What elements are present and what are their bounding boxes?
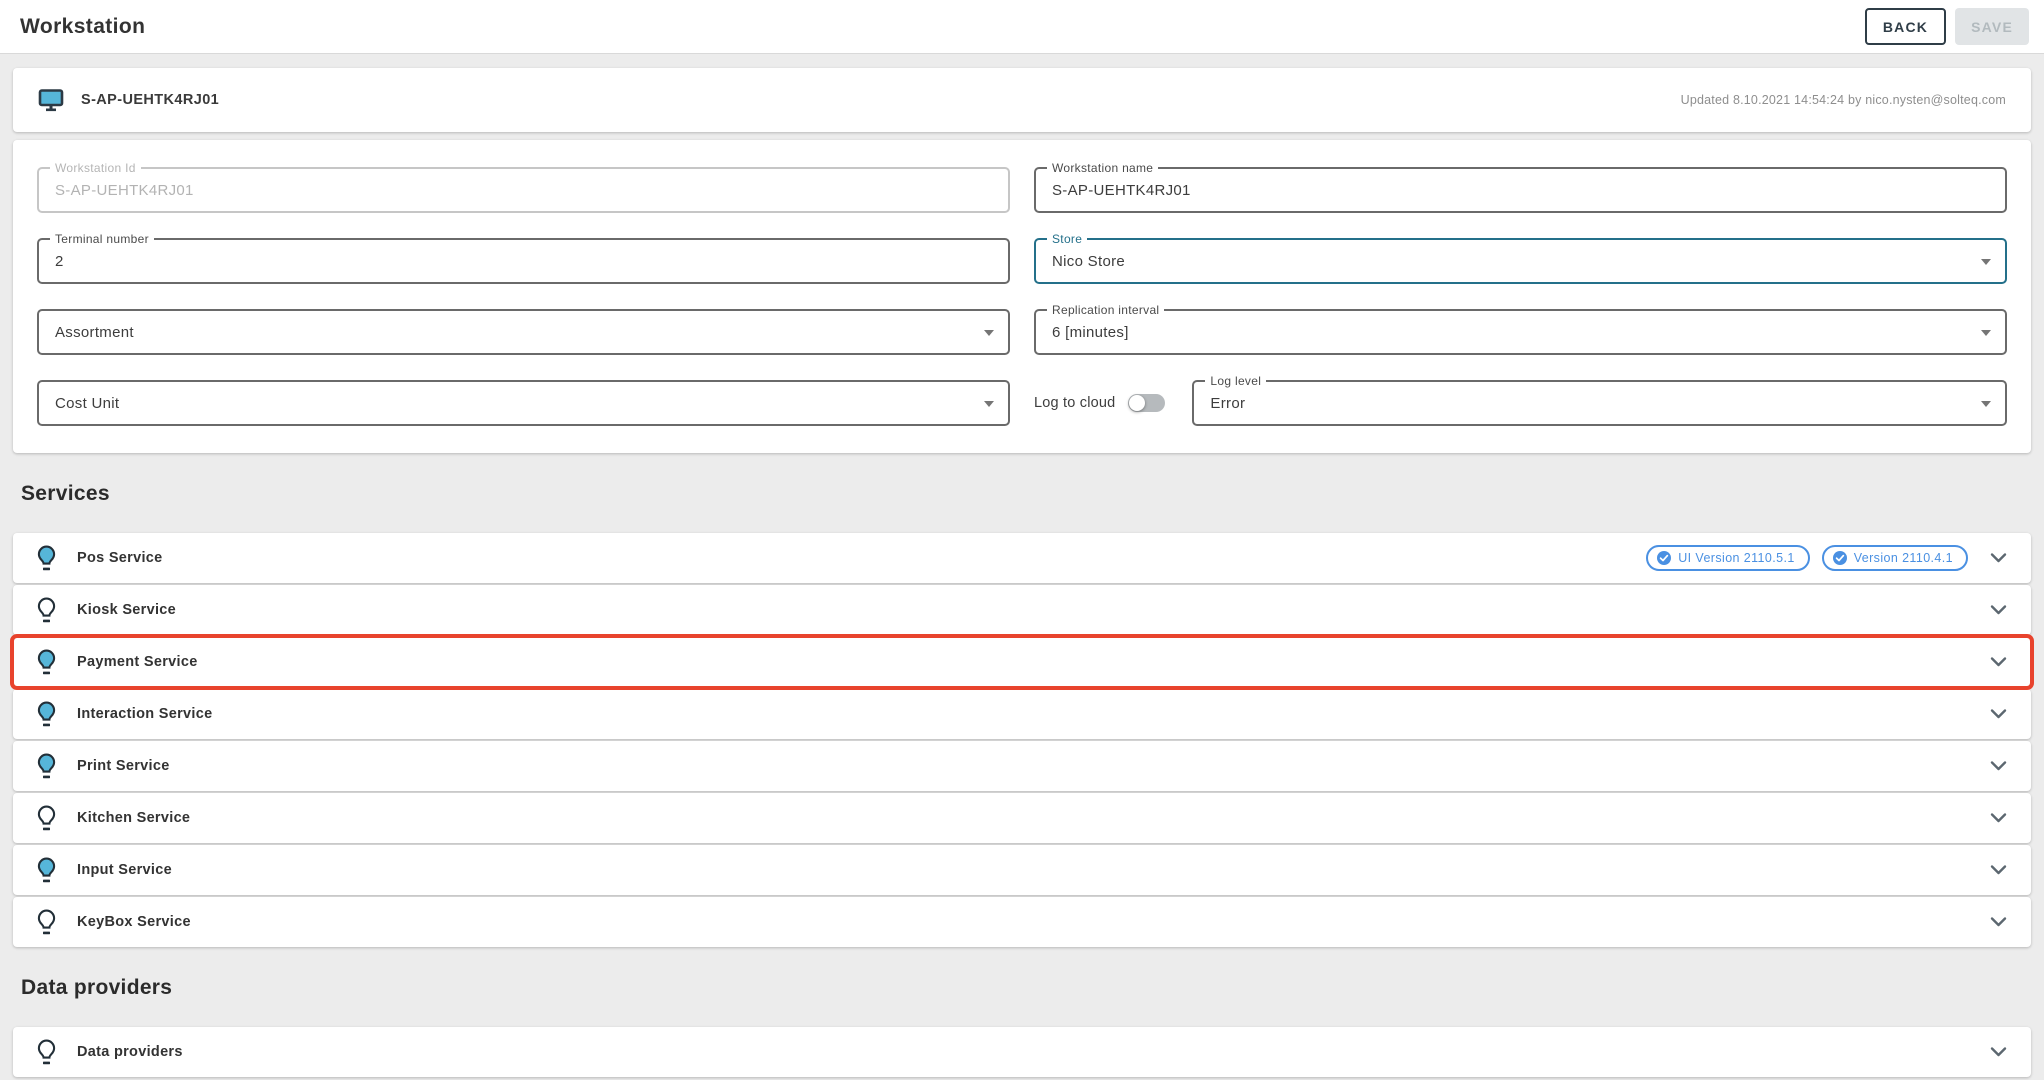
lightbulb-icon [37, 597, 56, 624]
chevron-down-icon[interactable] [1990, 812, 2007, 824]
version-badge: UI Version 2110.5.1 [1646, 545, 1809, 571]
toggle-knob [1129, 395, 1145, 411]
log-to-cloud-label: Log to cloud [1034, 395, 1115, 411]
lightbulb-icon [37, 545, 56, 572]
lightbulb-icon [37, 1039, 56, 1066]
check-circle-icon [1833, 551, 1847, 565]
cost-unit-placeholder: Cost Unit [55, 395, 119, 412]
dropdown-arrow-icon [984, 401, 994, 407]
workstation-form: Workstation Id S-AP-UEHTK4RJ01 Workstati… [13, 140, 2031, 453]
service-label: Payment Service [77, 654, 198, 670]
lightbulb-icon [37, 753, 56, 780]
version-badge-label: UI Version 2110.5.1 [1678, 551, 1794, 565]
workstation-info-bar: S-AP-UEHTK4RJ01 Updated 8.10.2021 14:54:… [13, 68, 2031, 132]
service-label: Interaction Service [77, 706, 212, 722]
back-button[interactable]: BACK [1865, 8, 1946, 45]
service-row[interactable]: Kiosk Service [13, 585, 2031, 635]
chevron-down-icon[interactable] [1990, 864, 2007, 876]
monitor-icon [38, 88, 64, 112]
workstation-name-value: S-AP-UEHTK4RJ01 [1052, 182, 1191, 199]
store-label: Store [1047, 232, 1087, 246]
service-row[interactable]: Pos Service UI Version 2110.5.1 Version … [13, 533, 2031, 583]
service-row[interactable]: Interaction Service [13, 689, 2031, 739]
services-heading: Services [21, 482, 2031, 506]
chevron-down-icon[interactable] [1990, 708, 2007, 720]
service-row[interactable]: Input Service [13, 845, 2031, 895]
workstation-id-value: S-AP-UEHTK4RJ01 [55, 182, 194, 199]
log-level-label: Log level [1205, 374, 1266, 388]
workstation-id-field: Workstation Id S-AP-UEHTK4RJ01 [37, 167, 1010, 213]
data-providers-heading: Data providers [21, 976, 2031, 1000]
save-button: SAVE [1955, 8, 2029, 45]
page-title: Workstation [20, 15, 145, 39]
dropdown-arrow-icon [984, 330, 994, 336]
replication-interval-label: Replication interval [1047, 303, 1164, 317]
lightbulb-icon [37, 909, 56, 936]
workstation-name-field[interactable]: Workstation name S-AP-UEHTK4RJ01 [1034, 167, 2007, 213]
service-label: Print Service [77, 758, 170, 774]
service-label: KeyBox Service [77, 914, 191, 930]
workstation-name-label: Workstation name [1047, 161, 1158, 175]
terminal-number-value: 2 [55, 253, 64, 270]
version-badge: Version 2110.4.1 [1822, 545, 1968, 571]
main-content: S-AP-UEHTK4RJ01 Updated 8.10.2021 14:54:… [0, 68, 2044, 1077]
chevron-down-icon[interactable] [1990, 916, 2007, 928]
badge-group: UI Version 2110.5.1 Version 2110.4.1 [1646, 545, 1968, 571]
store-select[interactable]: Store Nico Store [1034, 238, 2007, 284]
service-label: Data providers [77, 1044, 183, 1060]
service-row[interactable]: Kitchen Service [13, 793, 2031, 843]
workstation-id-label: Workstation Id [50, 161, 141, 175]
lightbulb-icon [37, 649, 56, 676]
service-label: Input Service [77, 862, 172, 878]
cost-unit-select[interactable]: Cost Unit [37, 380, 1010, 426]
service-label: Pos Service [77, 550, 163, 566]
service-row[interactable]: KeyBox Service [13, 897, 2031, 947]
replication-interval-value: 6 [minutes] [1052, 324, 1129, 341]
service-label: Kiosk Service [77, 602, 176, 618]
lightbulb-icon [37, 701, 56, 728]
dropdown-arrow-icon [1981, 259, 1991, 265]
log-level-value: Error [1210, 395, 1245, 412]
assortment-select[interactable]: Assortment [37, 309, 1010, 355]
workstation-id-text: S-AP-UEHTK4RJ01 [81, 92, 219, 108]
service-row[interactable]: Payment Service [13, 637, 2031, 687]
updated-text: Updated 8.10.2021 14:54:24 by nico.nyste… [1681, 93, 2006, 107]
lightbulb-icon [37, 857, 56, 884]
chevron-down-icon[interactable] [1990, 1046, 2007, 1058]
chevron-down-icon[interactable] [1990, 760, 2007, 772]
store-value: Nico Store [1052, 253, 1125, 270]
replication-interval-select[interactable]: Replication interval 6 [minutes] [1034, 309, 2007, 355]
chevron-down-icon[interactable] [1990, 604, 2007, 616]
version-badge-label: Version 2110.4.1 [1854, 551, 1953, 565]
log-to-cloud-toggle[interactable] [1128, 394, 1165, 412]
dropdown-arrow-icon [1981, 330, 1991, 336]
log-level-select[interactable]: Log level Error [1192, 380, 2007, 426]
chevron-down-icon[interactable] [1990, 552, 2007, 564]
check-circle-icon [1657, 551, 1671, 565]
terminal-number-field[interactable]: Terminal number 2 [37, 238, 1010, 284]
log-to-cloud-toggle-group: Log to cloud [1034, 394, 1165, 412]
assortment-placeholder: Assortment [55, 324, 134, 341]
service-row[interactable]: Data providers [13, 1027, 2031, 1077]
services-list: Pos Service UI Version 2110.5.1 Version … [13, 533, 2031, 947]
service-row[interactable]: Print Service [13, 741, 2031, 791]
service-label: Kitchen Service [77, 810, 190, 826]
data-providers-list: Data providers [13, 1027, 2031, 1077]
lightbulb-icon [37, 805, 56, 832]
chevron-down-icon[interactable] [1990, 656, 2007, 668]
terminal-number-label: Terminal number [50, 232, 154, 246]
dropdown-arrow-icon [1981, 401, 1991, 407]
top-bar: Workstation BACK SAVE [0, 0, 2044, 54]
